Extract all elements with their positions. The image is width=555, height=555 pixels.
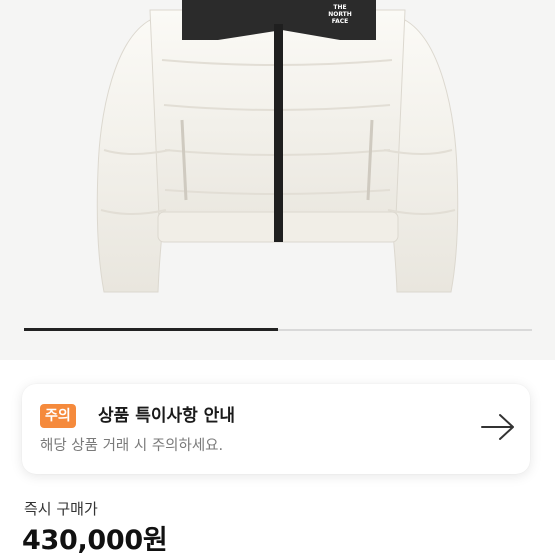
caution-badge: 주의 (40, 404, 76, 428)
arrow-right-icon[interactable] (480, 412, 516, 442)
price-value: 430,000원 (22, 525, 168, 555)
notice-card[interactable]: 주의 상품 특이사항 안내 해당 상품 거래 시 주의하세요. (22, 384, 530, 474)
notice-title: 상품 특이사항 안내 (98, 406, 235, 426)
puffer-jacket-image (96, 0, 459, 293)
price-label: 즉시 구매가 (24, 500, 98, 518)
product-info: 주의 상품 특이사항 안내 해당 상품 거래 시 주의하세요. 즉시 구매가 4… (0, 360, 555, 555)
notice-description: 해당 상품 거래 시 주의하세요. (40, 438, 224, 454)
carousel-progress (24, 328, 532, 331)
product-image[interactable]: THE NORTH FACE (0, 0, 555, 360)
brand-logo: THE NORTH FACE (328, 4, 352, 25)
carousel-progress-fill (24, 328, 278, 331)
